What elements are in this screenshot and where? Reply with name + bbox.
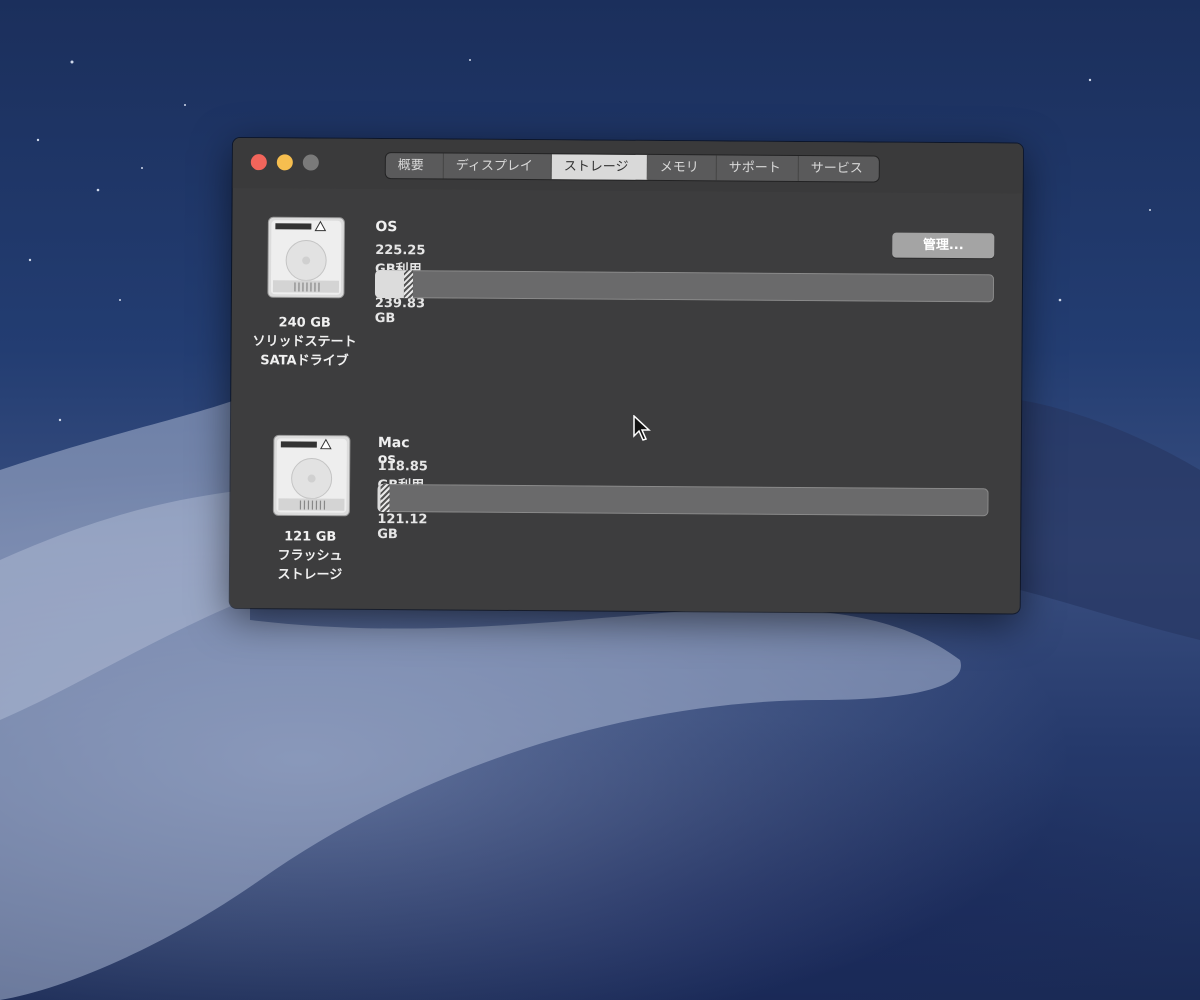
zoom-button[interactable] <box>302 154 319 171</box>
title-bar[interactable]: 概要 ディスプレイ ストレージ メモリ サポート サービス <box>232 138 1023 194</box>
storage-other-segment <box>380 484 390 513</box>
drive-capacity: 240 GB <box>278 315 331 331</box>
tab-service[interactable]: サービス <box>799 156 879 182</box>
internal-drive-icon <box>272 434 351 517</box>
internal-drive-icon <box>267 216 345 299</box>
storage-used-segment <box>374 269 405 299</box>
storage-other-segment <box>403 270 414 299</box>
storage-usage-bar <box>374 269 995 303</box>
storage-usage-bar <box>377 484 989 517</box>
drive-caption: 121 GB フラッシュ ストレージ <box>245 527 375 585</box>
tab-support[interactable]: サポート <box>716 155 799 181</box>
tab-bar: 概要 ディスプレイ ストレージ メモリ サポート サービス <box>385 153 879 182</box>
tab-memory[interactable]: メモリ <box>647 154 717 181</box>
manage-button[interactable]: 管理... <box>892 232 995 259</box>
drive-caption: 240 GB ソリッドステート SATAドライブ <box>239 313 369 371</box>
drive-type-line2: SATAドライブ <box>260 353 349 369</box>
drive-type-line1: フラッシュ <box>277 548 343 564</box>
volume-name: OS <box>375 218 398 236</box>
tab-displays[interactable]: ディスプレイ <box>443 153 552 180</box>
about-this-mac-window: 概要 ディスプレイ ストレージ メモリ サポート サービス 240 GB ソリッ… <box>229 138 1023 614</box>
mouse-pointer-icon <box>633 415 651 441</box>
drive-type-line2: ストレージ <box>277 567 343 583</box>
tab-overview[interactable]: 概要 <box>385 153 444 179</box>
close-button[interactable] <box>250 154 267 171</box>
tab-storage[interactable]: ストレージ <box>551 154 648 180</box>
drive-capacity: 121 GB <box>284 529 337 545</box>
drive-type-line1: ソリッドステート <box>252 334 357 350</box>
minimize-button[interactable] <box>276 154 293 171</box>
